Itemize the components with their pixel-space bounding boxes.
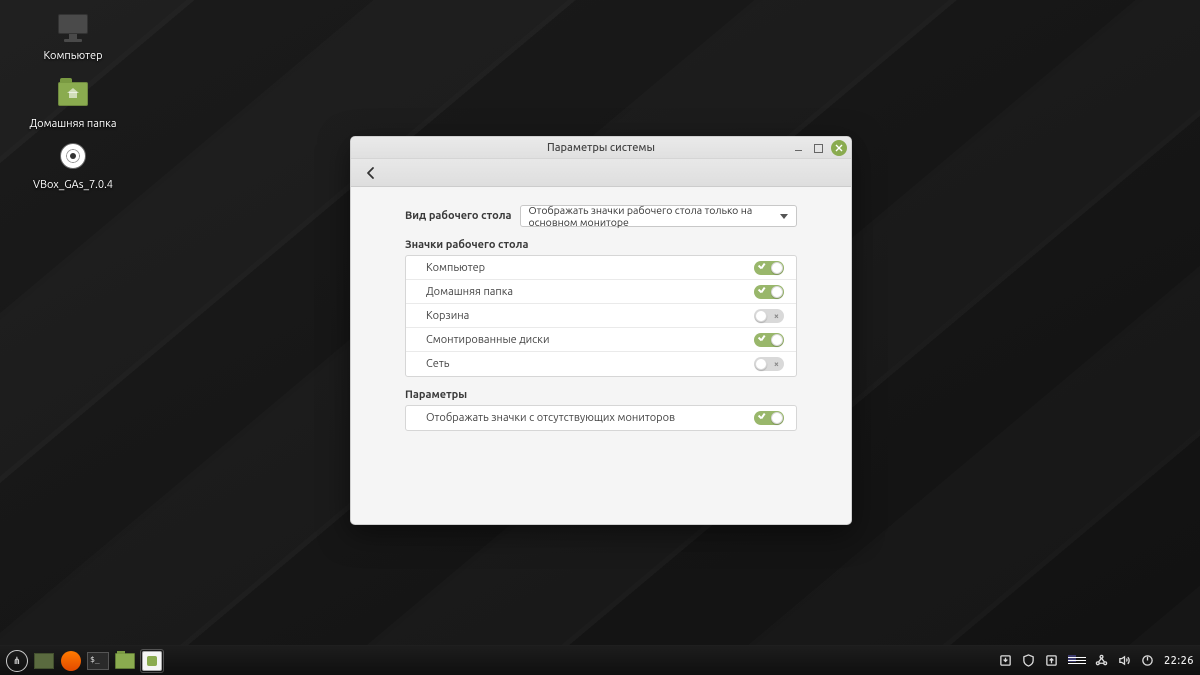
row-mounted: Смонтированные диски bbox=[406, 328, 796, 352]
desktop-icon-label: VBox_GAs_7.0.4 bbox=[18, 179, 128, 192]
show-desktop-button[interactable] bbox=[33, 650, 55, 672]
keyboard-layout-indicator[interactable] bbox=[1068, 655, 1086, 667]
row-label: Домашняя папка bbox=[426, 286, 513, 298]
desktop-icon-computer[interactable]: Компьютер bbox=[18, 14, 128, 63]
row-computer: Компьютер bbox=[406, 256, 796, 280]
optical-disc-icon bbox=[57, 143, 89, 175]
desktop-view-label: Вид рабочего стола bbox=[405, 210, 512, 222]
settings-window: Параметры системы Вид рабочего стола Ото… bbox=[350, 136, 852, 525]
firefox-icon bbox=[61, 651, 81, 671]
taskbar: ⋔ $_ bbox=[0, 645, 1200, 675]
tray-volume-icon[interactable] bbox=[1118, 654, 1132, 668]
back-button[interactable] bbox=[361, 163, 381, 183]
toggle-mounted[interactable] bbox=[754, 333, 784, 347]
tray-removable-icon[interactable] bbox=[999, 654, 1013, 668]
toggle-computer[interactable] bbox=[754, 261, 784, 275]
desktop-icon-label: Домашняя папка bbox=[18, 118, 128, 131]
tray-shield-icon[interactable] bbox=[1022, 654, 1036, 668]
panel-desktop-icons: Компьютер Домашняя папка Корзина × Смонт… bbox=[405, 255, 797, 377]
desktop: Компьютер Домашняя папка VBox_GAs_7.0.4 … bbox=[0, 0, 1200, 675]
files-icon bbox=[115, 653, 135, 669]
window-minimize-button[interactable] bbox=[791, 141, 805, 155]
taskbar-terminal[interactable]: $_ bbox=[87, 650, 109, 672]
panel-params: Отображать значки с отсутствующих монито… bbox=[405, 405, 797, 431]
toggle-network[interactable]: × bbox=[754, 357, 784, 371]
row-label: Корзина bbox=[426, 310, 469, 322]
select-value: Отображать значки рабочего стола только … bbox=[529, 204, 780, 228]
terminal-icon: $_ bbox=[87, 652, 109, 670]
window-content: Вид рабочего стола Отображать значки раб… bbox=[351, 187, 851, 524]
taskbar-firefox[interactable] bbox=[60, 650, 82, 672]
settings-icon bbox=[142, 651, 162, 671]
window-close-button[interactable] bbox=[831, 140, 847, 156]
section-label-icons: Значки рабочего стола bbox=[405, 239, 797, 251]
start-menu-button[interactable]: ⋔ bbox=[6, 650, 28, 672]
titlebar[interactable]: Параметры системы bbox=[351, 137, 851, 159]
toggle-missing-monitors[interactable] bbox=[754, 411, 784, 425]
row-home: Домашняя папка bbox=[406, 280, 796, 304]
row-label: Компьютер bbox=[426, 262, 485, 274]
taskbar-settings-active[interactable] bbox=[141, 650, 163, 672]
row-label: Смонтированные диски bbox=[426, 334, 549, 346]
chevron-down-icon bbox=[780, 214, 788, 219]
row-network: Сеть × bbox=[406, 352, 796, 376]
window-maximize-button[interactable] bbox=[811, 141, 825, 155]
row-label: Сеть bbox=[426, 358, 449, 370]
section-label-params: Параметры bbox=[405, 389, 797, 401]
taskbar-files[interactable] bbox=[114, 650, 136, 672]
desktop-icon bbox=[34, 653, 54, 669]
desktop-icon-home[interactable]: Домашняя папка bbox=[18, 78, 128, 131]
folder-home-icon bbox=[57, 82, 89, 114]
row-missing-monitors: Отображать значки с отсутствующих монито… bbox=[406, 406, 796, 430]
computer-icon bbox=[57, 14, 89, 46]
window-title: Параметры системы bbox=[547, 142, 655, 154]
desktop-icon-vbox[interactable]: VBox_GAs_7.0.4 bbox=[18, 140, 128, 192]
toggle-trash[interactable]: × bbox=[754, 309, 784, 323]
row-label: Отображать значки с отсутствующих монито… bbox=[426, 412, 675, 424]
desktop-icon-label: Компьютер bbox=[18, 50, 128, 63]
window-toolbar bbox=[351, 159, 851, 187]
toggle-home[interactable] bbox=[754, 285, 784, 299]
row-trash: Корзина × bbox=[406, 304, 796, 328]
taskbar-clock[interactable]: 22:26 bbox=[1164, 655, 1194, 667]
tray-updates-icon[interactable] bbox=[1045, 654, 1059, 668]
desktop-view-select[interactable]: Отображать значки рабочего стола только … bbox=[520, 205, 797, 227]
mint-logo-icon: ⋔ bbox=[6, 650, 28, 672]
tray-network-icon[interactable] bbox=[1095, 654, 1109, 668]
tray-power-icon[interactable] bbox=[1141, 654, 1155, 668]
